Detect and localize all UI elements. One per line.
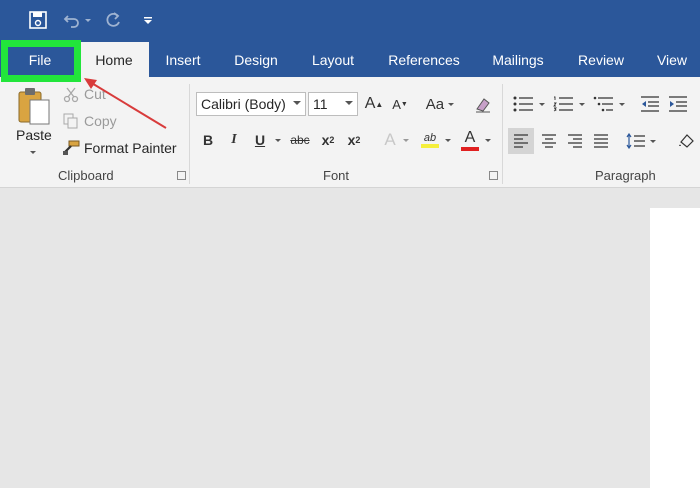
- annotation-arrow: [84, 78, 167, 129]
